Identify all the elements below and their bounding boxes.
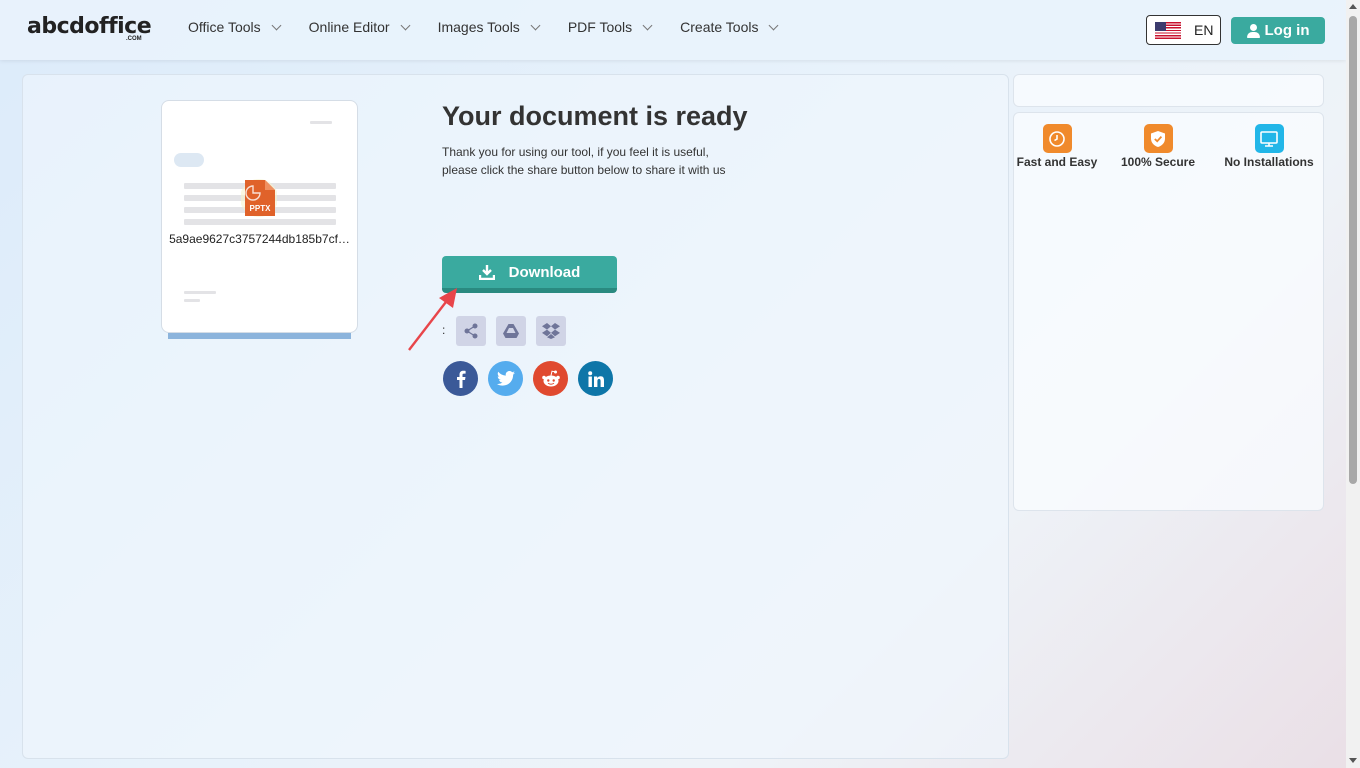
features-panel: Fast and Easy 100% Secure No Installatio… [1013,112,1324,511]
reddit-icon [541,370,560,386]
feature-no-installations: No Installations [1219,124,1319,169]
nav-label: Online Editor [308,19,390,35]
share-icon [464,323,478,339]
main-nav: Office Tools Online Editor Images Tools … [188,19,806,35]
download-icon [478,265,495,280]
feature-label: Fast and Easy [1016,155,1098,169]
login-label: Log in [1264,22,1310,39]
page-title: Your document is ready [442,101,748,131]
clock-icon [1042,124,1072,153]
download-button[interactable]: Download [442,256,617,293]
nav-office-tools[interactable]: Office Tools [188,19,282,35]
linkedin-share-button[interactable] [578,361,613,396]
feature-fast-and-easy: Fast and Easy [1014,124,1100,169]
nav-label: PDF Tools [567,19,633,35]
page-subtitle: Thank you for using our tool, if you fee… [442,143,782,179]
twitter-share-button[interactable] [488,361,523,396]
page-scrollbar[interactable] [1346,0,1360,768]
nav-label: Images Tools [437,19,520,35]
shield-icon [1143,124,1173,153]
nav-label: Office Tools [188,19,261,35]
language-label: EN [1194,22,1214,38]
file-name: 5a9ae9627c3757244db185b7cf… [169,232,350,246]
subtitle-line: Thank you for using our tool, if you fee… [442,145,709,159]
feature-label: No Installations [1224,155,1314,169]
dropbox-icon [542,323,560,339]
preview-line [174,153,204,167]
feature-label: 100% Secure [1120,155,1196,169]
monitor-icon [1254,124,1284,153]
scroll-up-arrow-icon[interactable] [1349,4,1357,9]
pptx-badge-label: PPTX [250,204,272,213]
chevron-down-icon [530,20,541,30]
reddit-share-button[interactable] [533,361,568,396]
download-label: Download [508,263,581,281]
preview-line [184,219,336,225]
thumbnail-progress-bar [168,333,351,339]
site-header: abcdoffice .COM Office Tools Online Edit… [0,0,1346,60]
twitter-icon [496,371,515,386]
side-banner [1013,74,1324,107]
nav-pdf-tools[interactable]: PDF Tools [567,19,653,35]
chevron-down-icon [271,20,282,30]
chevron-down-icon [769,20,779,30]
share-prefix: : [442,323,446,337]
facebook-share-button[interactable] [443,361,478,396]
google-drive-icon [503,324,519,338]
chevron-down-icon [400,20,411,30]
scrollbar-thumb[interactable] [1349,16,1357,484]
preview-line [184,299,200,302]
facebook-icon [456,370,466,388]
scroll-down-arrow-icon[interactable] [1349,758,1357,763]
user-icon [1246,23,1260,38]
linkedin-icon [587,370,604,387]
dropbox-button[interactable] [536,316,566,346]
google-drive-button[interactable] [496,316,526,346]
login-button[interactable]: Log in [1231,17,1325,44]
subtitle-line: please click the share button below to s… [442,163,726,177]
share-button[interactable] [456,316,486,346]
us-flag-icon [1155,21,1181,39]
preview-line [184,291,216,294]
nav-online-editor[interactable]: Online Editor [308,19,411,35]
pptx-file-icon: PPTX [241,179,277,217]
logo-suffix: .COM [126,36,142,42]
chevron-down-icon [642,20,653,30]
language-selector[interactable]: EN [1146,15,1221,45]
nav-create-tools[interactable]: Create Tools [680,19,779,35]
nav-images-tools[interactable]: Images Tools [437,19,541,35]
nav-label: Create Tools [680,19,759,35]
preview-line [310,121,332,124]
feature-secure: 100% Secure [1116,124,1200,169]
